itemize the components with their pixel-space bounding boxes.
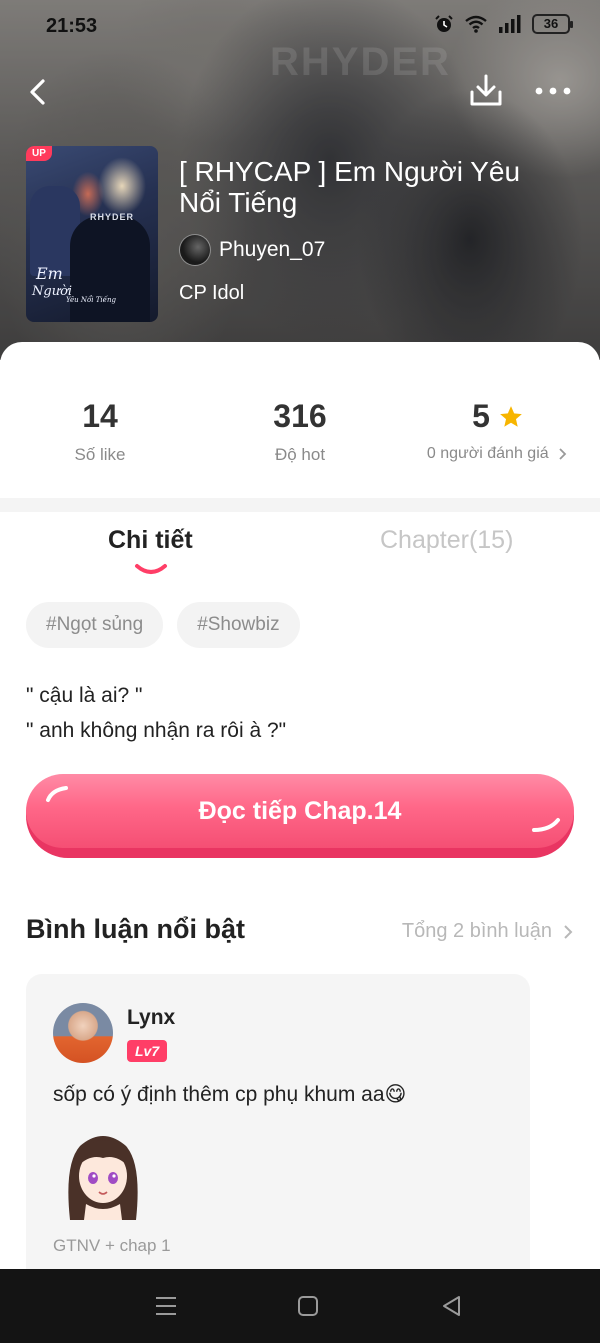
tab-chapters[interactable]: Chapter(15) xyxy=(380,526,513,555)
stat-rating[interactable]: 5 0 người đánh giá xyxy=(398,398,598,463)
comments-total: Tổng 2 bình luận xyxy=(401,920,552,942)
likes-count: 14 xyxy=(82,398,118,434)
chevron-right-icon xyxy=(559,448,567,460)
author-avatar xyxy=(179,234,211,266)
stat-hot: 316 Độ hot xyxy=(200,398,400,465)
comment-chapter: GTNV + chap 1 xyxy=(53,1236,171,1255)
synopsis-line: " cậu là ai? " xyxy=(26,684,143,707)
download-button[interactable] xyxy=(466,70,506,112)
cover-figure xyxy=(70,216,150,322)
download-icon xyxy=(470,74,502,106)
top-nav xyxy=(0,66,600,116)
hot-count: 316 xyxy=(273,398,327,434)
back-triangle-icon xyxy=(443,1296,460,1316)
detail-tabs: Chi tiết Chapter(15) xyxy=(0,526,600,582)
active-tab-indicator xyxy=(135,564,167,574)
system-navigation-bar xyxy=(0,1269,600,1343)
back-button[interactable] xyxy=(22,72,56,112)
status-icons: 36 xyxy=(434,14,573,34)
comments-title: Bình luận nổi bật xyxy=(26,914,245,944)
book-genre[interactable]: CP Idol xyxy=(179,282,244,305)
level-badge: Lv7 xyxy=(127,1040,168,1062)
chevron-right-icon xyxy=(564,924,573,939)
rating-value: 5 xyxy=(472,398,490,434)
home-icon xyxy=(298,1296,318,1316)
stats-row: 14 Số like 316 Độ hot 5 0 người đánh giá xyxy=(0,398,600,488)
back-arrow-icon xyxy=(30,79,45,105)
comments-header: Bình luận nổi bật Tổng 2 bình luận xyxy=(26,914,574,954)
book-cover-image[interactable]: UP RHYDER Em Người Yêu Nổi Tiếng xyxy=(26,146,158,322)
continue-reading-button[interactable]: Đọc tiếp Chap.14 xyxy=(26,774,574,858)
battery-icon: 36 xyxy=(532,14,573,34)
more-options-button[interactable] xyxy=(530,76,576,106)
more-dots-icon xyxy=(535,87,571,95)
section-divider xyxy=(0,498,600,512)
cover-jersey-text: RHYDER xyxy=(90,212,135,222)
alarm-icon xyxy=(435,15,453,32)
recents-button[interactable] xyxy=(152,1293,180,1319)
wifi-icon xyxy=(465,15,487,33)
synopsis-line: " anh không nhận ra rôi à ?" xyxy=(26,719,287,742)
all-comments-link[interactable]: Tổng 2 bình luận xyxy=(402,920,574,943)
tab-details[interactable]: Chi tiết xyxy=(108,526,193,555)
comment-text: sốp có ý định thêm cp phụ khum aa😋 xyxy=(53,1083,407,1106)
system-back-button[interactable] xyxy=(438,1293,466,1319)
tag-chip[interactable]: #Showbiz xyxy=(177,602,300,648)
book-detail-sheet: 14 Số like 316 Độ hot 5 0 người đánh giá xyxy=(0,342,600,1343)
signal-icon xyxy=(499,15,521,33)
status-bar: 21:53 36 xyxy=(0,0,600,54)
tag-chip[interactable]: #Ngọt sủng xyxy=(26,602,164,648)
author-link[interactable]: Phuyen_07 xyxy=(179,234,325,266)
author-name: Phuyen_07 xyxy=(219,238,326,261)
synopsis: " cậu là ai? " " anh không nhận ra rôi à… xyxy=(26,678,286,748)
stat-likes: 14 Số like xyxy=(0,398,200,465)
tag-list: #Ngọt sủng #Showbiz xyxy=(26,602,300,648)
book-title: [ RHYCAP ] Em Người Yêu Nổi Tiếng xyxy=(179,156,521,218)
avatar[interactable] xyxy=(53,1003,113,1063)
star-icon xyxy=(500,405,522,427)
cover-title-script: Em xyxy=(36,264,63,283)
rating-count-text: 0 người đánh giá xyxy=(426,445,549,462)
home-button[interactable] xyxy=(294,1293,322,1319)
rating-count-label: 0 người đánh giá xyxy=(398,445,598,463)
comment-card[interactable]: Lynx Lv7 sốp có ý định thêm cp phụ khum … xyxy=(26,974,530,1294)
comment-username[interactable]: Lynx xyxy=(127,1006,175,1030)
rating-value-row: 5 xyxy=(472,398,524,435)
likes-label: Số like xyxy=(74,445,126,464)
update-badge: UP xyxy=(26,146,52,161)
hot-label: Độ hot xyxy=(274,445,326,464)
continue-reading-label: Đọc tiếp Chap.14 xyxy=(198,797,402,825)
anime-girl-sticker xyxy=(68,1136,138,1220)
cover-title-script: Yêu Nổi Tiếng xyxy=(66,296,116,304)
status-time: 21:53 xyxy=(46,15,98,37)
recents-icon xyxy=(156,1297,176,1315)
